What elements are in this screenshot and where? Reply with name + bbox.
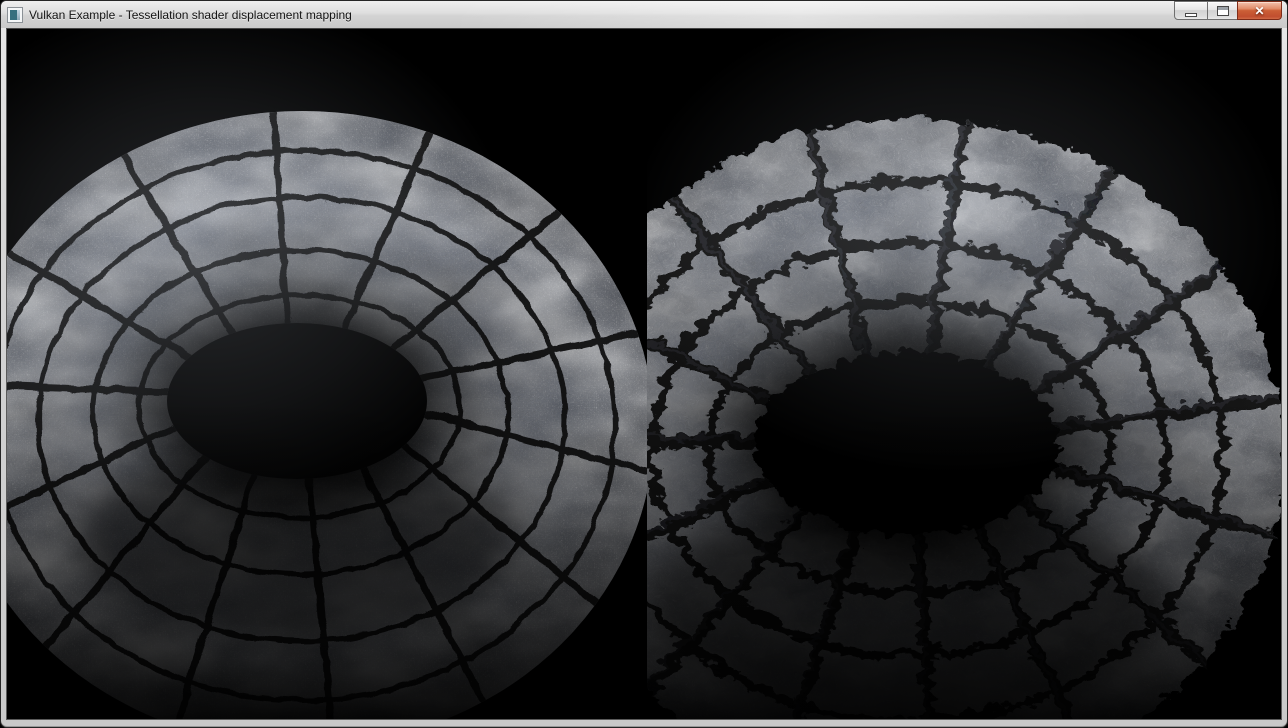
app-icon-accent — [10, 10, 17, 20]
app-window: Vulkan Example - Tessellation shader dis… — [0, 0, 1288, 728]
close-icon: ✕ — [1254, 5, 1264, 17]
minimize-button[interactable] — [1174, 1, 1208, 20]
caption-button-group: ✕ — [1175, 1, 1282, 20]
window-title: Vulkan Example - Tessellation shader dis… — [29, 8, 352, 22]
maximize-icon — [1217, 6, 1229, 16]
app-icon-pane — [17, 10, 20, 20]
torus-view-left — [7, 29, 674, 719]
maximize-button[interactable] — [1207, 1, 1238, 20]
vulkan-render-viewport[interactable] — [7, 29, 1281, 719]
minimize-icon — [1185, 13, 1197, 17]
close-button[interactable]: ✕ — [1237, 1, 1282, 20]
render-client-area[interactable] — [6, 28, 1282, 720]
titlebar[interactable]: Vulkan Example - Tessellation shader dis… — [1, 1, 1287, 28]
app-icon — [7, 7, 23, 23]
